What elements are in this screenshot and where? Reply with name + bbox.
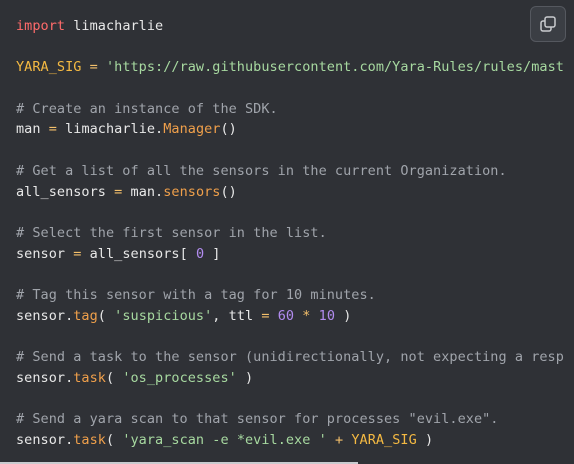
ttl-arg: , ttl — [212, 307, 262, 324]
yara-sig-constant: YARA_SIG — [16, 59, 82, 76]
call-open: ( — [97, 307, 115, 324]
task-string: 'os_processes' — [122, 369, 237, 386]
var-all-sensors: all_sensors — [16, 183, 106, 200]
code-comment-tag-sensor: # Tag this sensor with a tag for 10 minu… — [16, 286, 376, 303]
call-open: ( — [105, 431, 123, 448]
code-line-21: sensor.task( 'yara_scan -e *evil.exe ' +… — [16, 430, 574, 451]
yara-scan-string: 'yara_scan -e *evil.exe ' — [122, 431, 327, 448]
code-comment-yara-scan: # Send a yara scan to that sensor for pr… — [16, 411, 499, 428]
assign-operator: = — [261, 307, 270, 324]
object-ref: man. — [130, 183, 164, 200]
code-line-1: import limacharlie — [16, 16, 574, 37]
module-name: limacharlie — [65, 18, 164, 34]
call-close: ) — [416, 431, 434, 448]
code-comment-send-task: # Send a task to the sensor (unidirectio… — [16, 349, 564, 365]
object-ref: sensor. — [16, 431, 74, 448]
copy-icon — [540, 16, 556, 32]
index-close: ] — [204, 245, 221, 262]
code-content: import limacharlie YARA_SIG = 'https://ra… — [0, 0, 574, 450]
code-line-12: sensor = all_sensors[ 0 ] — [16, 244, 574, 265]
assign-operator: = — [81, 59, 106, 76]
tag-string: 'suspicious' — [114, 307, 213, 324]
var-man: man — [16, 121, 41, 138]
var-sensor: sensor — [16, 245, 66, 262]
assign-operator: = — [105, 183, 131, 200]
index-expression: all_sensors[ — [89, 245, 196, 262]
keyword-import: import — [16, 18, 66, 34]
object-ref: sensor. — [16, 307, 74, 324]
code-line-18: sensor.task( 'os_processes' ) — [16, 368, 574, 389]
module-ref: limacharlie. — [65, 121, 164, 138]
copy-code-button[interactable] — [530, 6, 566, 42]
number-10: 10 — [318, 307, 336, 324]
object-ref: sensor. — [16, 369, 74, 386]
assign-operator: = — [40, 121, 66, 138]
code-comment-create-sdk: # Create an instance of the SDK. — [16, 100, 278, 117]
multiply-operator: * — [302, 307, 311, 324]
assign-operator: = — [65, 245, 90, 262]
function-task: task — [73, 369, 106, 386]
yara-sig-url-string: 'https://raw.githubusercontent.com/Yara-… — [105, 59, 564, 76]
number-60: 60 — [277, 307, 295, 324]
code-line-9: all_sensors = man.sensors() — [16, 182, 574, 203]
code-line-3: YARA_SIG = 'https://raw.githubuserconten… — [16, 57, 574, 78]
call-parens: () — [220, 183, 237, 200]
function-tag: tag — [73, 307, 98, 324]
code-scroll-area[interactable]: import limacharlie YARA_SIG = 'https://ra… — [0, 0, 574, 462]
code-comment-select-sensor: # Select the first sensor in the list. — [16, 224, 327, 241]
function-manager: Manager — [163, 121, 221, 138]
code-line-15: sensor.tag( 'suspicious', ttl = 60 * 10 … — [16, 306, 574, 327]
index-number: 0 — [195, 245, 205, 262]
function-task: task — [73, 431, 106, 448]
plus-operator: + — [334, 431, 344, 448]
call-close: ) — [236, 369, 254, 386]
code-comment-get-sensors: # Get a list of all the sensors in the c… — [16, 162, 507, 179]
call-parens: () — [220, 121, 237, 138]
code-line-6: man = limacharlie.Manager() — [16, 119, 574, 140]
call-close: ) — [335, 307, 352, 324]
code-block: import limacharlie YARA_SIG = 'https://ra… — [0, 0, 574, 464]
function-sensors: sensors — [163, 183, 221, 200]
call-open: ( — [105, 369, 123, 386]
yara-sig-constant: YARA_SIG — [351, 431, 417, 448]
